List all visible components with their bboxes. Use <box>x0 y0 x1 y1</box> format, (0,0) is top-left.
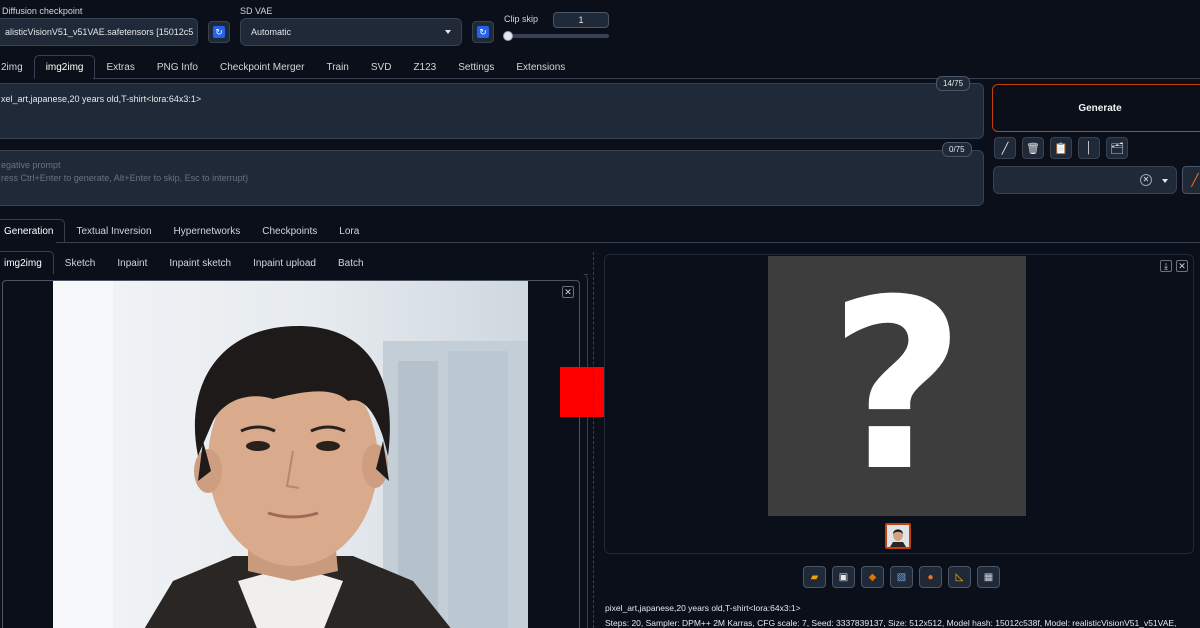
refresh-icon: ↻ <box>477 26 489 38</box>
tab-inpaint[interactable]: Inpaint <box>106 251 158 275</box>
close-icon[interactable]: ✕ <box>562 286 574 298</box>
tab-divider <box>93 78 1200 79</box>
clip-skip-slider[interactable] <box>505 34 609 38</box>
vae-dropdown[interactable]: Automatic <box>240 18 462 46</box>
tab-settings[interactable]: Settings <box>447 55 505 79</box>
clear-icon[interactable]: ✕ <box>1140 174 1152 186</box>
tab-img2img-mode[interactable]: img2img <box>0 251 54 275</box>
tab-z123[interactable]: Z123 <box>402 55 447 79</box>
tab-sketch[interactable]: Sketch <box>54 251 107 275</box>
main-tabs: 2img img2img Extras PNG Info Checkpoint … <box>0 55 576 79</box>
negative-prompt-input[interactable]: egative prompt ress Ctrl+Enter to genera… <box>0 150 984 206</box>
chevron-down-icon <box>1162 179 1168 183</box>
prompt-input[interactable]: xel_art,japanese,20 years old,T-shirt<lo… <box>0 83 984 139</box>
clip-skip-label: Clip skip <box>504 14 539 24</box>
tab-png-info[interactable]: PNG Info <box>146 55 209 79</box>
tab-inpaint-sketch[interactable]: Inpaint sketch <box>158 251 242 275</box>
edit-style-button[interactable]: ╱ <box>1182 166 1200 194</box>
tab-extensions[interactable]: Extensions <box>505 55 576 79</box>
tab-textual-inversion[interactable]: Textual Inversion <box>65 219 162 243</box>
tab-lora[interactable]: Lora <box>328 219 370 243</box>
image-icon[interactable]: ▧ <box>890 566 913 588</box>
brush-icon: ╱ <box>1191 173 1199 187</box>
tab-train[interactable]: Train <box>315 55 359 79</box>
thumbnail-photo <box>887 525 909 547</box>
output-actions: ▰ ▣ ◆ ▧ ● ◺ ▦ <box>803 566 1000 588</box>
checkpoint-label: Diffusion checkpoint <box>2 6 83 16</box>
negative-placeholder: egative prompt <box>1 160 61 170</box>
palette-icon[interactable]: ● <box>919 566 942 588</box>
generation-info-params: Steps: 20, Sampler: DPM++ 2M Karras, CFG… <box>605 618 1177 628</box>
person-photo <box>53 281 528 628</box>
pencil-icon[interactable]: ╱ <box>994 137 1016 159</box>
zip-icon[interactable]: ◆ <box>861 566 884 588</box>
styles-dropdown[interactable]: ✕ <box>993 166 1177 194</box>
tab-checkpoint-merger[interactable]: Checkpoint Merger <box>209 55 315 79</box>
pin-icon[interactable]: │ <box>1078 137 1100 159</box>
tab-svd[interactable]: SVD <box>360 55 403 79</box>
prompt-text: xel_art,japanese,20 years old,T-shirt<lo… <box>1 94 202 104</box>
refresh-icon: ↻ <box>213 26 225 38</box>
tab-checkpoints[interactable]: Checkpoints <box>251 219 328 243</box>
tab-hypernetworks[interactable]: Hypernetworks <box>163 219 252 243</box>
slider-handle[interactable] <box>503 31 513 41</box>
refresh-checkpoint-button[interactable]: ↻ <box>208 21 230 43</box>
question-mark-icon: ? <box>828 249 966 523</box>
folder-icon[interactable]: ▰ <box>803 566 826 588</box>
gallery-thumbnail[interactable] <box>885 523 911 549</box>
input-photo <box>53 281 528 628</box>
tab-txt2img[interactable]: 2img <box>0 55 34 79</box>
vae-label: SD VAE <box>240 6 273 16</box>
negative-placeholder-hint: ress Ctrl+Enter to generate, Alt+Enter t… <box>1 173 249 183</box>
tab-img2img[interactable]: img2img <box>33 55 96 79</box>
tab-inpaint-upload[interactable]: Inpaint upload <box>242 251 327 275</box>
clip-skip-input[interactable]: 1 <box>553 12 609 28</box>
panel-divider <box>593 252 594 628</box>
tab-extras[interactable]: Extras <box>95 55 145 79</box>
download-icon[interactable]: ⤓ <box>1160 260 1172 272</box>
trash-icon[interactable]: 🗑 <box>1022 137 1044 159</box>
save-icon[interactable]: ▣ <box>832 566 855 588</box>
tab-batch[interactable]: Batch <box>327 251 375 275</box>
tab-divider <box>56 242 1200 243</box>
generation-info-prompt: pixel_art,japanese,20 years old,T-shirt<… <box>605 603 801 613</box>
style-icon[interactable]: 🗂 <box>1106 137 1128 159</box>
tab-generation[interactable]: Generation <box>0 219 66 243</box>
clipboard-icon[interactable]: 📋 <box>1050 137 1072 159</box>
negative-token-counter: 0/75 <box>942 142 972 157</box>
chevron-down-icon <box>445 30 451 34</box>
grid-icon[interactable]: ▦ <box>977 566 1000 588</box>
prompt-token-counter: 14/75 <box>936 76 971 91</box>
close-icon[interactable]: ✕ <box>1176 260 1188 272</box>
prompt-tools: ╱ 🗑 📋 │ 🗂 <box>994 137 1128 159</box>
checkpoint-value: alisticVisionV51_v51VAE.safetensors [150… <box>5 27 194 37</box>
img2img-mode-tabs: img2img Sketch Inpaint Inpaint sketch In… <box>0 251 375 275</box>
output-image[interactable]: ? <box>768 256 1026 516</box>
refresh-vae-button[interactable]: ↻ <box>472 21 494 43</box>
vae-value: Automatic <box>251 27 292 37</box>
generate-button[interactable]: Generate <box>992 84 1200 132</box>
checkpoint-dropdown[interactable]: alisticVisionV51_v51VAE.safetensors [150… <box>0 18 198 46</box>
extra-network-tabs: Generation Textual Inversion Hypernetwor… <box>0 219 370 243</box>
generate-label: Generate <box>1078 102 1122 114</box>
ruler-icon[interactable]: ◺ <box>948 566 971 588</box>
